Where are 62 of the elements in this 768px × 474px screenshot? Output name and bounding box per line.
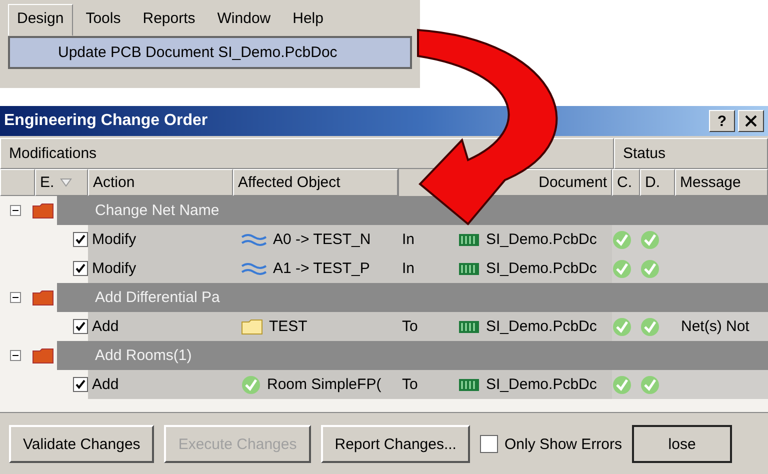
close-button[interactable] (738, 110, 764, 132)
pcb-icon (458, 320, 480, 334)
collapse-icon[interactable] (10, 292, 20, 303)
blank-column-header (0, 169, 35, 196)
table-cell: SI_Demo.PcbDc (486, 260, 597, 277)
menu-item[interactable]: Help (284, 4, 332, 36)
table-cell-text: To (401, 317, 419, 337)
table-cell-text: Modify (91, 259, 138, 279)
column-header[interactable]: Action (88, 169, 233, 196)
enable-checkbox[interactable] (73, 377, 88, 392)
column-header[interactable]: Message (675, 169, 768, 196)
table-cell: A1 -> TEST_P (273, 260, 370, 277)
folder-icon (32, 202, 54, 218)
column-header[interactable]: C. (612, 169, 640, 196)
table-cell-text: Add (91, 317, 120, 337)
table-cell: SI_Demo.PcbDc (486, 376, 597, 393)
menu-item[interactable]: Window (208, 4, 280, 36)
menu-item[interactable]: Design (8, 4, 73, 36)
action-button[interactable]: Validate Changes (9, 425, 154, 463)
table-row[interactable]: Add Room SimpleFP( To SI_Demo.PcbDc (0, 370, 768, 399)
table-cell-text: In (401, 259, 416, 279)
pcb-icon (458, 232, 480, 246)
check-icon (241, 374, 261, 394)
table-row[interactable]: Add TEST To SI_Demo.PcbDc Net(s) Not (0, 312, 768, 341)
folder-icon (241, 318, 263, 334)
net-icon (241, 262, 267, 276)
column-header[interactable]: Affected Object (233, 169, 398, 196)
folder-icon (32, 348, 54, 364)
action-button[interactable]: Report Changes... (320, 425, 470, 463)
net-icon (241, 232, 267, 246)
table-cell: TEST (269, 318, 308, 335)
table-row[interactable]: Modify A1 -> TEST_P In SI_Demo.PcbDc (0, 254, 768, 283)
enable-checkbox[interactable] (73, 232, 88, 247)
column-header[interactable]: D. (640, 169, 675, 196)
table-cell: SI_Demo.PcbDc (486, 318, 597, 335)
enable-checkbox[interactable] (73, 261, 88, 276)
close-button[interactable]: lose (632, 425, 732, 463)
close-icon (745, 115, 757, 127)
table-cell: Room SimpleFP( (267, 376, 382, 393)
pcb-icon (458, 378, 480, 392)
column-group-header: Status (614, 138, 768, 169)
table-cell-text: To (401, 375, 419, 395)
menu-item[interactable]: Update PCB Document SI_Demo.PcbDoc (10, 38, 410, 67)
menu-item[interactable]: Reports (134, 4, 204, 36)
table-cell-text: In (401, 230, 416, 250)
table-cell-text: Add (91, 375, 120, 395)
window-title: Engineering Change Order (4, 112, 209, 130)
table-cell: A0 -> TEST_N (273, 231, 371, 248)
table-cell: SI_Demo.PcbDc (486, 231, 597, 248)
collapse-icon[interactable] (10, 205, 20, 216)
table-cell-text: Modify (91, 230, 138, 250)
collapse-icon[interactable] (10, 350, 20, 361)
table-row[interactable]: Modify A0 -> TEST_N In SI_Demo.PcbDc (0, 225, 768, 254)
column-header[interactable]: E. (35, 169, 88, 196)
pcb-icon (458, 262, 480, 276)
menu-item[interactable]: Tools (76, 4, 130, 36)
errors-checkbox[interactable]: Only Show Errors (480, 435, 622, 453)
folder-icon (32, 290, 54, 306)
help-button[interactable]: ? (709, 110, 735, 132)
table-cell: Net(s) Not (681, 318, 750, 335)
enable-checkbox[interactable] (73, 319, 88, 334)
sort-icon (60, 178, 72, 187)
